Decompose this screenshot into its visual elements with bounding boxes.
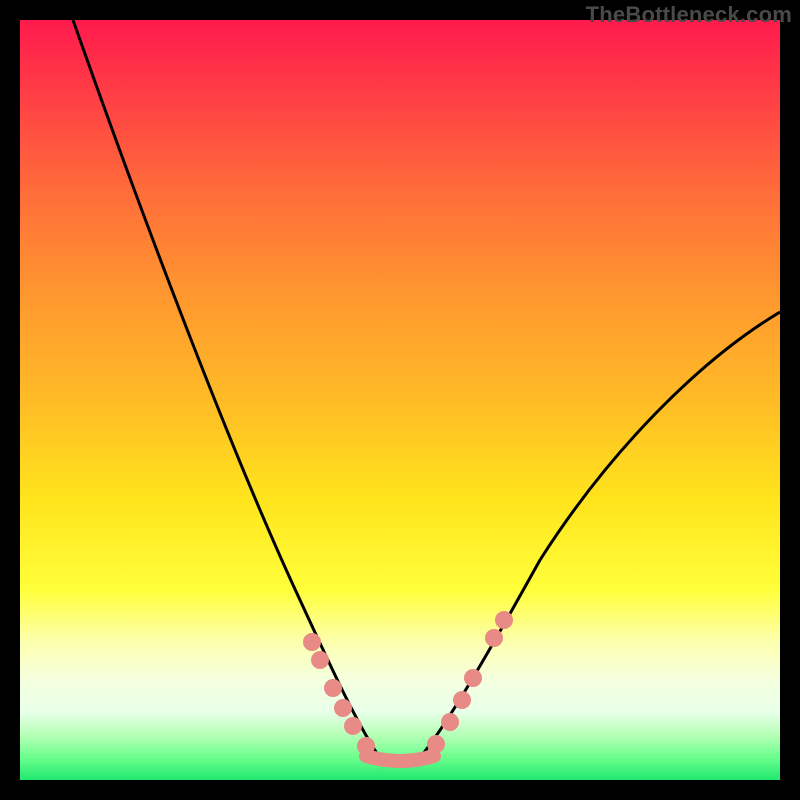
marker-dot (324, 679, 342, 697)
marker-dot (427, 735, 445, 753)
marker-dot (303, 633, 321, 651)
curve-right-arm (422, 312, 780, 755)
marker-dot (311, 651, 329, 669)
marker-dot (495, 611, 513, 629)
marker-dot (357, 737, 375, 755)
curve-layer (20, 20, 780, 780)
trough-highlight (366, 756, 434, 761)
marker-dot (453, 691, 471, 709)
chart-frame: TheBottleneck.com (0, 0, 800, 800)
marker-dot (485, 629, 503, 647)
marker-dot (344, 717, 362, 735)
marker-dot (441, 713, 459, 731)
plot-area (20, 20, 780, 780)
curve-left-arm (73, 20, 390, 758)
watermark-text: TheBottleneck.com (586, 2, 792, 28)
marker-dot (464, 669, 482, 687)
marker-dot (334, 699, 352, 717)
